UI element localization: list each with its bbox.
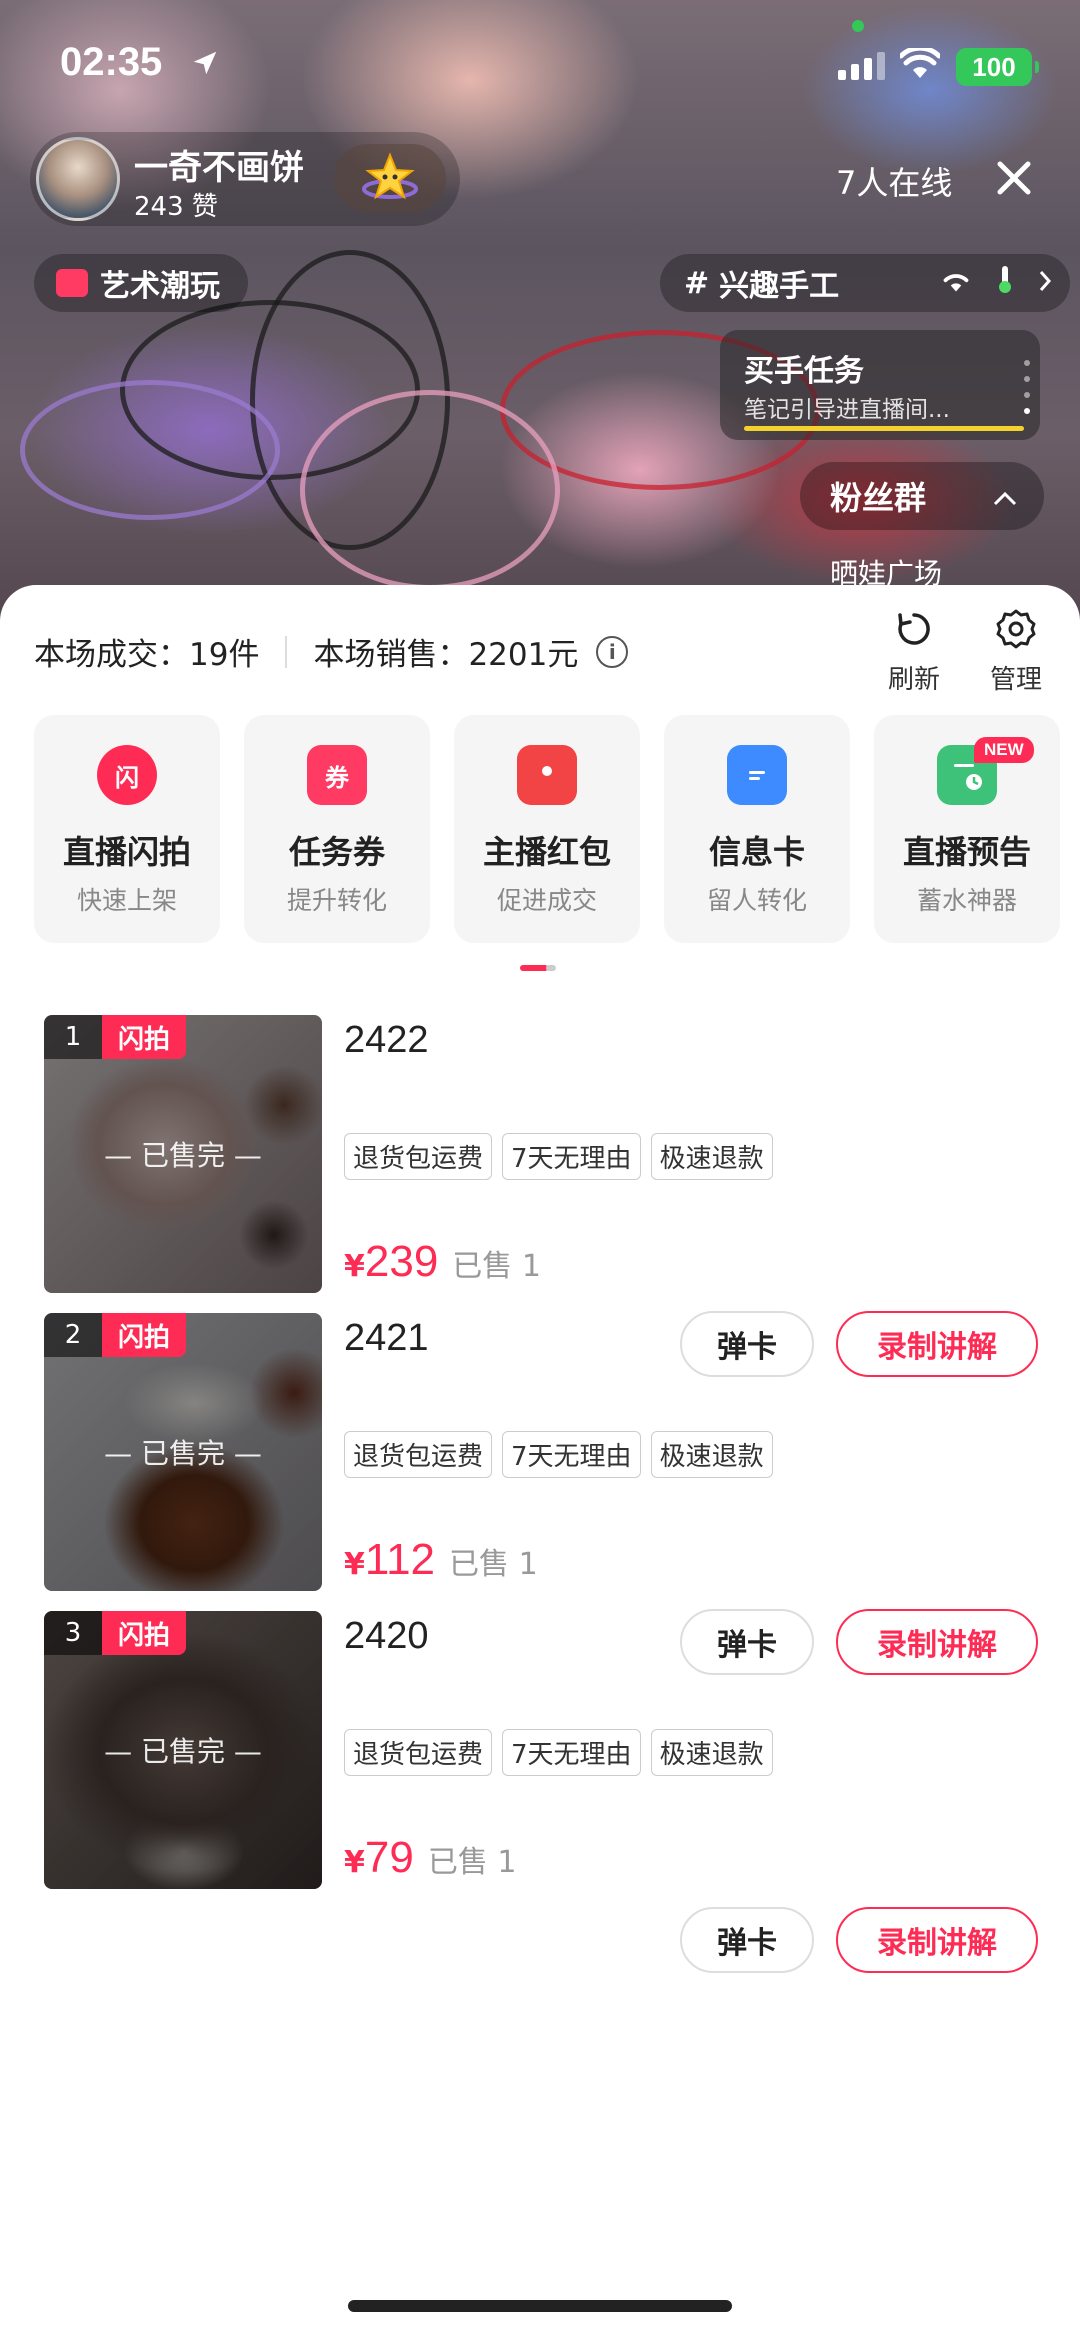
service-tag: 7天无理由 [502, 1133, 641, 1180]
service-tags: 退货包运费 7天无理由 极速退款 [344, 1431, 773, 1478]
product-image[interactable]: — 已售完 — 1 闪拍 [44, 1015, 322, 1293]
feature-subtitle: 促进成交 [496, 886, 597, 915]
flash-badge: 闪拍 [102, 1015, 186, 1059]
service-tag: 退货包运费 [344, 1431, 493, 1478]
feature-task-coupon[interactable]: 券 任务券 提升转化 [244, 715, 430, 943]
sold-count: 已售 1 [449, 1547, 538, 1582]
fans-group-button[interactable]: 粉丝群 [800, 462, 1044, 530]
service-tags: 退货包运费 7天无理由 极速退款 [344, 1133, 773, 1180]
info-icon[interactable]: i [596, 635, 629, 668]
manage-label: 管理 [989, 665, 1042, 695]
chevron-up-icon [992, 477, 1018, 515]
feature-title: 任务券 [288, 833, 385, 871]
wifi-small-icon [940, 266, 972, 301]
product-image[interactable]: — 已售完 — 3 闪拍 [44, 1611, 322, 1889]
record-explanation-button[interactable]: 录制讲解 [836, 1907, 1038, 1973]
category-tag[interactable]: 艺术潮玩 [34, 254, 248, 312]
status-bar: 02:35 100 [0, 0, 1080, 130]
product-price: ¥239 已售 1 [344, 1237, 541, 1286]
service-tag: 极速退款 [650, 1729, 773, 1776]
product-image[interactable]: — 已售完 — 2 闪拍 [44, 1313, 322, 1591]
interest-tag-label: 兴趣手工 [719, 269, 840, 304]
service-tag: 极速退款 [650, 1133, 773, 1180]
service-tag: 退货包运费 [344, 1133, 493, 1180]
cell-signal-icon [838, 52, 885, 80]
product-price: ¥112 已售 1 [344, 1535, 538, 1584]
sales-stats: 本场成交：19件 本场销售：2201元 i [34, 629, 629, 674]
feature-subtitle: 留人转化 [706, 886, 807, 915]
task-subtitle: 笔记引导进直播间... [744, 397, 950, 423]
thermometer-icon [996, 264, 1014, 302]
service-tag: 7天无理由 [502, 1729, 641, 1776]
avatar[interactable] [36, 137, 120, 221]
new-badge: NEW [974, 737, 1034, 763]
interest-tag[interactable]: # 兴趣手工 [660, 254, 1070, 312]
page-indicator [520, 965, 556, 971]
flash-badge: 闪拍 [102, 1313, 186, 1357]
feature-subtitle: 快速上架 [76, 886, 177, 915]
close-icon[interactable] [990, 154, 1038, 202]
divider [285, 635, 288, 668]
flash-badge: 闪拍 [102, 1611, 186, 1655]
feature-subtitle: 蓄水神器 [916, 886, 1017, 915]
deal-count: 本场成交：19件 [34, 637, 260, 673]
feature-title: 主播红包 [482, 833, 611, 871]
task-progress-bar [744, 426, 1024, 431]
task-title: 买手任务 [744, 354, 864, 389]
hashtag-icon: # [684, 265, 710, 301]
sold-count: 已售 1 [427, 1845, 517, 1880]
refresh-button[interactable]: 刷新 [874, 607, 954, 696]
host-name: 一奇不画饼 [134, 148, 304, 188]
red-packet-icon [517, 745, 577, 805]
host-profile[interactable]: 一奇不画饼 243 赞 [30, 132, 460, 226]
product-title: 2422 [344, 1019, 429, 1061]
sold-count: 已售 1 [452, 1249, 541, 1284]
product-title: 2421 [344, 1317, 429, 1359]
rank-badge: 3 [44, 1611, 102, 1655]
wifi-icon [898, 45, 942, 84]
online-count[interactable]: 7人在线 [836, 158, 952, 204]
feature-live-preview[interactable]: NEW 直播预告 蓄水神器 [874, 715, 1060, 943]
feature-shortcuts: 闪 直播闪拍 快速上架 券 任务券 提升转化 主播红包 促进成交 信息卡 留人转… [34, 715, 1080, 943]
location-arrow-icon [190, 48, 220, 82]
refresh-icon [898, 613, 930, 645]
service-tags: 退货包运费 7天无理由 极速退款 [344, 1729, 773, 1776]
battery-indicator: 100 [956, 48, 1039, 86]
feature-title: 直播闪拍 [62, 833, 191, 871]
gear-icon [996, 609, 1036, 649]
rank-badge: 1 [44, 1015, 102, 1059]
manage-button[interactable]: 管理 [976, 607, 1056, 696]
feature-host-red-packet[interactable]: 主播红包 促进成交 [454, 715, 640, 943]
service-tag: 极速退款 [650, 1431, 773, 1478]
recording-dot [852, 20, 864, 32]
category-tag-label: 艺术潮玩 [100, 269, 220, 304]
home-indicator[interactable] [348, 2300, 732, 2312]
document-icon [727, 745, 787, 805]
carousel-dots [1024, 360, 1030, 414]
service-tag: 退货包运费 [344, 1729, 493, 1776]
feature-info-card[interactable]: 信息卡 留人转化 [664, 715, 850, 943]
product-management-sheet: 本场成交：19件 本场销售：2201元 i 刷新 管理 闪 直播闪拍 快速上架 … [0, 585, 1080, 2337]
star-badge-icon[interactable] [334, 144, 446, 212]
feature-title: 信息卡 [708, 833, 805, 871]
fans-group-label: 粉丝群 [830, 479, 927, 517]
product-title: 2420 [344, 1615, 429, 1657]
show-card-button[interactable]: 弹卡 [680, 1907, 814, 1973]
feature-subtitle: 提升转化 [286, 886, 387, 915]
sales-amount: 本场销售：2201元 [313, 637, 579, 673]
shopping-bag-icon [56, 269, 88, 297]
refresh-label: 刷新 [887, 665, 940, 695]
coupon-icon: 券 [307, 745, 367, 805]
product-price: ¥79 已售 1 [344, 1833, 517, 1882]
flash-icon: 闪 [97, 745, 157, 805]
chevron-right-icon [1038, 266, 1052, 301]
rank-badge: 2 [44, 1313, 102, 1357]
service-tag: 7天无理由 [502, 1431, 641, 1478]
list-item[interactable]: — 已售完 — 3 闪拍 2420 退货包运费 7天无理由 极速退款 ¥79 已售… [44, 1611, 1044, 1991]
buyer-task-card[interactable]: 买手任务 笔记引导进直播间... [720, 330, 1040, 440]
host-likes: 243 赞 [134, 192, 218, 222]
feature-title: 直播预告 [902, 833, 1031, 871]
status-time: 02:35 [60, 40, 163, 84]
feature-flash-auction[interactable]: 闪 直播闪拍 快速上架 [34, 715, 220, 943]
